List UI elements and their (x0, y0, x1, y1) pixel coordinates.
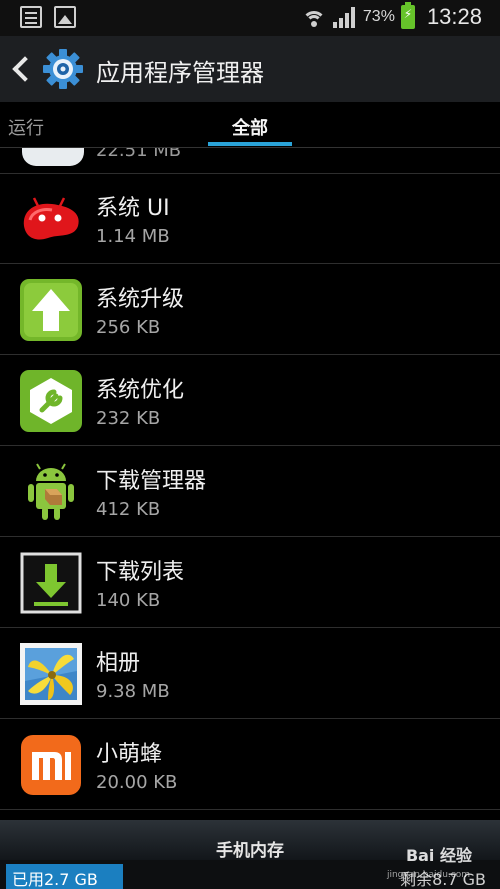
tab-indicator (208, 142, 292, 146)
app-size: 256 KB (96, 317, 161, 338)
settings-gear-icon[interactable] (42, 48, 84, 90)
tab-bar: 运行 全部 (0, 102, 500, 148)
list-item-download-manager[interactable]: 下载管理器 412 KB (0, 447, 500, 537)
list-item-partial[interactable]: 22.51 MB (0, 148, 500, 174)
back-icon[interactable] (10, 54, 30, 84)
list-item-download-list[interactable]: 下载列表 140 KB (0, 538, 500, 628)
jellybean-icon (23, 197, 79, 240)
watermark-url: jingyan.baidu.com (386, 870, 470, 880)
list-item-system-upgrade[interactable]: 系统升级 256 KB (0, 265, 500, 355)
list-item-gallery[interactable]: 相册 9.38 MB (0, 629, 500, 719)
document-notification-icon (20, 6, 42, 28)
status-bar: 73% 13:28 (0, 0, 500, 36)
app-name: 下载列表 (96, 560, 185, 585)
battery-charging-icon (400, 2, 415, 29)
app-name: 系统优化 (96, 378, 185, 403)
system-status: 73% 13:28 (301, 2, 482, 30)
battery-percent: 73% (362, 8, 395, 25)
app-list: 22.51 MB 系统 UI 1.14 MB 系统升级 256 KB 系统优化 … (0, 148, 500, 820)
upgrade-arrow-icon (20, 279, 82, 341)
download-arrow-icon (20, 552, 82, 614)
app-size: 22.51 MB (96, 148, 182, 161)
app-size: 412 KB (96, 499, 161, 520)
optimize-wrench-icon (20, 370, 82, 432)
watermark: Bai 经验 (405, 846, 472, 865)
tab-all[interactable]: 全部 (232, 114, 268, 140)
signal-icon (332, 6, 357, 28)
app-name: 系统升级 (96, 287, 185, 312)
app-size: 9.38 MB (96, 681, 170, 702)
tab-running[interactable]: 运行 (8, 114, 44, 140)
list-item-xiaomengfeng[interactable]: 小萌蜂 20.00 KB (0, 720, 500, 810)
page-title: 应用程序管理器 (96, 59, 264, 87)
app-icon (22, 148, 84, 166)
gallery-flower-icon (20, 643, 82, 705)
android-robot-icon (28, 463, 74, 520)
mi-logo-icon (21, 735, 81, 795)
app-size: 140 KB (96, 590, 161, 611)
notification-icons (20, 6, 76, 28)
app-name: 下载管理器 (96, 469, 207, 494)
image-notification-icon (54, 6, 76, 28)
app-size: 1.14 MB (96, 226, 170, 247)
clock: 13:28 (426, 4, 482, 29)
app-name: 小萌蜂 (96, 742, 163, 767)
wifi-icon (301, 5, 327, 29)
app-name: 系统 UI (96, 196, 170, 221)
app-size: 20.00 KB (96, 772, 178, 793)
app-name: 相册 (96, 651, 141, 676)
list-item-system-ui[interactable]: 系统 UI 1.14 MB (0, 174, 500, 264)
app-size: 232 KB (96, 408, 161, 429)
storage-used-text: 已用2.7 GB (12, 870, 98, 889)
storage-summary: 手机内存 已用2.7 GB 剩余8.7 GB Bai 经验 jingyan.ba… (0, 820, 500, 889)
list-item-system-optimize[interactable]: 系统优化 232 KB (0, 356, 500, 446)
action-bar: 应用程序管理器 (0, 36, 500, 102)
